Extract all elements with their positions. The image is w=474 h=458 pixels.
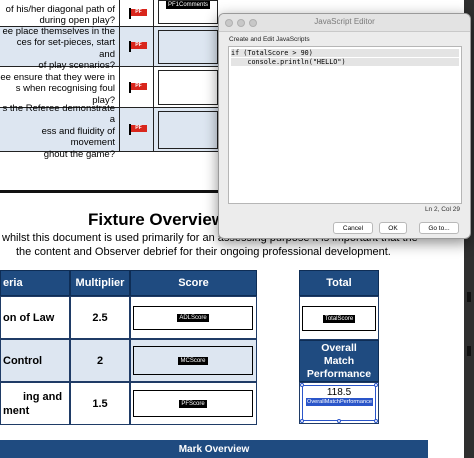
header-total: Total (299, 270, 379, 296)
header-multiplier: Multiplier (70, 270, 130, 296)
header-score: Score (130, 270, 257, 296)
flag-icon-cell: PF (122, 108, 154, 151)
cancel-button[interactable]: Cancel (333, 222, 373, 234)
flag-icon-cell: PF (122, 0, 154, 26)
field-tag: TotalScore (322, 314, 356, 323)
score-cell: PFScore (130, 382, 257, 425)
field-tag: ADLScore (177, 314, 209, 322)
mc-score-field[interactable]: MCScore (133, 346, 253, 375)
resize-handle[interactable] (337, 419, 341, 423)
adl-score-field[interactable]: ADLScore (133, 306, 253, 330)
red-flag-icon[interactable]: PF (127, 124, 149, 135)
ok-button[interactable]: OK (379, 222, 407, 234)
criteria-cell: on of Law (0, 296, 70, 339)
field-tag: PF1Comments (165, 1, 210, 9)
score-cell: MCScore (130, 339, 257, 382)
resize-handle[interactable] (300, 383, 304, 387)
criteria-question: s the Referee demonstrate a ess and fluid… (0, 103, 120, 160)
javascript-editor-dialog: JavaScript Editor Create and Edit JavaSc… (218, 13, 471, 239)
mark-overview-header: Mark Overview (0, 440, 428, 458)
criteria-question: ee ensure that they were in s when recogn… (0, 67, 120, 107)
editor-label: Create and Edit JavaScripts (229, 36, 310, 43)
field-tag: OverallMatchPerformance (306, 398, 373, 406)
header-criteria: eria (0, 270, 70, 296)
fixture-overview-title: Fixture Overview (88, 210, 226, 229)
multiplier-cell: 1.5 (70, 382, 130, 425)
field-tag: PFScore (179, 399, 207, 408)
red-flag-icon[interactable]: PF (127, 7, 149, 19)
comment-field[interactable] (158, 111, 218, 149)
field-tag: MCScore (178, 356, 208, 365)
criteria-question: of his/her diagonal path of during open p… (0, 0, 120, 26)
red-flag-icon[interactable]: PF (127, 81, 149, 93)
resize-handle[interactable] (300, 419, 304, 423)
flag-icon-cell: PF (122, 27, 154, 66)
fixture-paragraph-line-2: the content and Observer debrief for the… (16, 246, 391, 258)
overall-match-performance-field[interactable]: 118.5 OverallMatchPerformance (300, 383, 378, 423)
scroll-marker (467, 292, 471, 302)
multiplier-cell: 2.5 (70, 296, 130, 339)
total-cell: TotalScore (299, 296, 379, 340)
overall-match-performance-header: Overall Match Performance (299, 340, 379, 382)
scroll-marker (467, 346, 471, 356)
comment-field[interactable]: PF1Comments (158, 0, 218, 24)
cursor-position: Ln 2, Col 29 (424, 206, 460, 213)
pf-score-field[interactable]: PFScore (133, 390, 253, 417)
overall-value: 118.5 (326, 387, 352, 398)
code-line: if (TotalScore > 90) (231, 49, 459, 57)
score-cell: ADLScore (130, 296, 257, 339)
resize-handle[interactable] (374, 419, 378, 423)
dialog-titlebar[interactable]: JavaScript Editor (219, 14, 470, 32)
code-line: console.println("HELLO") (231, 58, 459, 66)
multiplier-cell: 2 (70, 339, 130, 382)
flag-icon-cell: PF (122, 67, 154, 107)
red-flag-icon[interactable]: PF (127, 41, 149, 52)
dialog-title: JavaScript Editor (314, 17, 375, 26)
criteria-question: ee place themselves in the ces for set-pi… (0, 26, 120, 71)
criteria-cell: ing and ment (0, 382, 70, 425)
total-score-field[interactable]: TotalScore (302, 306, 376, 331)
comment-field[interactable] (158, 30, 218, 64)
resize-handle[interactable] (374, 383, 378, 387)
comment-field[interactable] (158, 70, 218, 105)
criteria-cell: Control (0, 339, 70, 382)
javascript-code-editor[interactable]: if (TotalScore > 90) console.println("HE… (228, 46, 462, 204)
go-to-button[interactable]: Go to... (419, 222, 459, 234)
